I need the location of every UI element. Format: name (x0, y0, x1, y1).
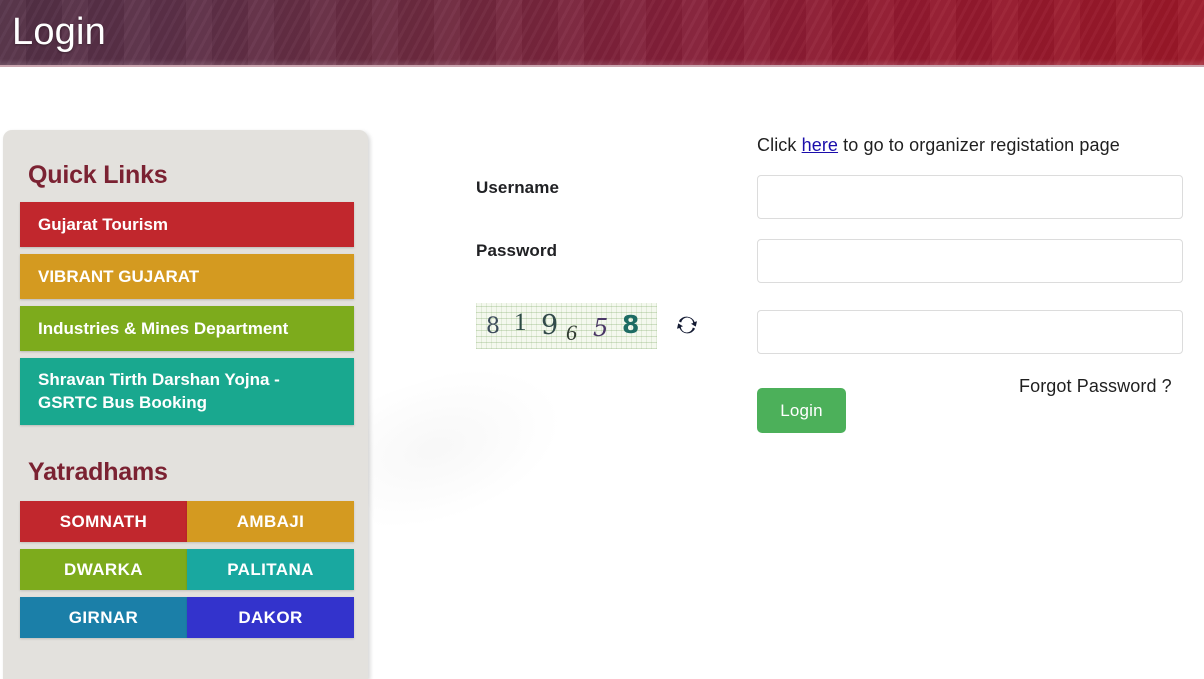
quick-link-industries-mines-department[interactable]: Industries & Mines Department (20, 306, 354, 351)
captcha-refresh-button[interactable] (674, 312, 700, 338)
organizer-registration-prefix: Click (757, 135, 802, 155)
yatradhams-grid: SOMNATH AMBAJI DWARKA PALITANA GIRNAR DA… (20, 501, 354, 638)
captcha-input[interactable] (757, 310, 1183, 354)
quick-link-gujarat-tourism[interactable]: Gujarat Tourism (20, 202, 354, 247)
organizer-registration-line: Click here to go to organizer registatio… (757, 135, 1120, 156)
username-input[interactable] (757, 175, 1183, 219)
page-header-banner: Login (0, 0, 1204, 67)
refresh-icon (677, 316, 697, 334)
captcha-char-6: 8 (622, 310, 640, 339)
organizer-registration-link[interactable]: here (802, 135, 838, 155)
login-button[interactable]: Login (757, 388, 846, 433)
organizer-registration-suffix: to go to organizer registation page (838, 135, 1120, 155)
quick-links-heading: Quick Links (28, 161, 168, 189)
background-watermark (337, 338, 603, 552)
username-label: Username (476, 178, 560, 197)
yatradham-tile-dwarka[interactable]: DWARKA (20, 549, 187, 590)
captcha-char-1: 8 (486, 314, 500, 339)
yatradham-tile-somnath[interactable]: SOMNATH (20, 501, 187, 542)
quick-link-vibrant-gujarat[interactable]: VIBRANT GUJARAT (20, 254, 354, 299)
password-input[interactable] (757, 239, 1183, 283)
yatradham-tile-ambaji[interactable]: AMBAJI (187, 501, 354, 542)
captcha-char-4: 6 (566, 320, 577, 345)
captcha-char-5: 5 (593, 314, 609, 342)
forgot-password-link[interactable]: Forgot Password ? (1019, 376, 1172, 397)
captcha-char-3: 9 (541, 310, 559, 341)
yatradham-tile-palitana[interactable]: PALITANA (187, 549, 354, 590)
page-title: Login (12, 11, 106, 53)
quick-links-panel: Quick Links Gujarat Tourism VIBRANT GUJA… (3, 130, 368, 679)
quick-link-shravan-tirth-darshan-yojna[interactable]: Shravan Tirth Darshan Yojna - GSRTC Bus … (20, 358, 354, 425)
password-label: Password (476, 241, 558, 260)
yatradham-tile-girnar[interactable]: GIRNAR (20, 597, 187, 638)
yatradhams-heading: Yatradhams (28, 458, 168, 486)
yatradham-tile-dakor[interactable]: DAKOR (187, 597, 354, 638)
captcha-char-2: 1 (514, 309, 527, 336)
captcha-image: 8 1 9 6 5 8 (476, 303, 657, 349)
